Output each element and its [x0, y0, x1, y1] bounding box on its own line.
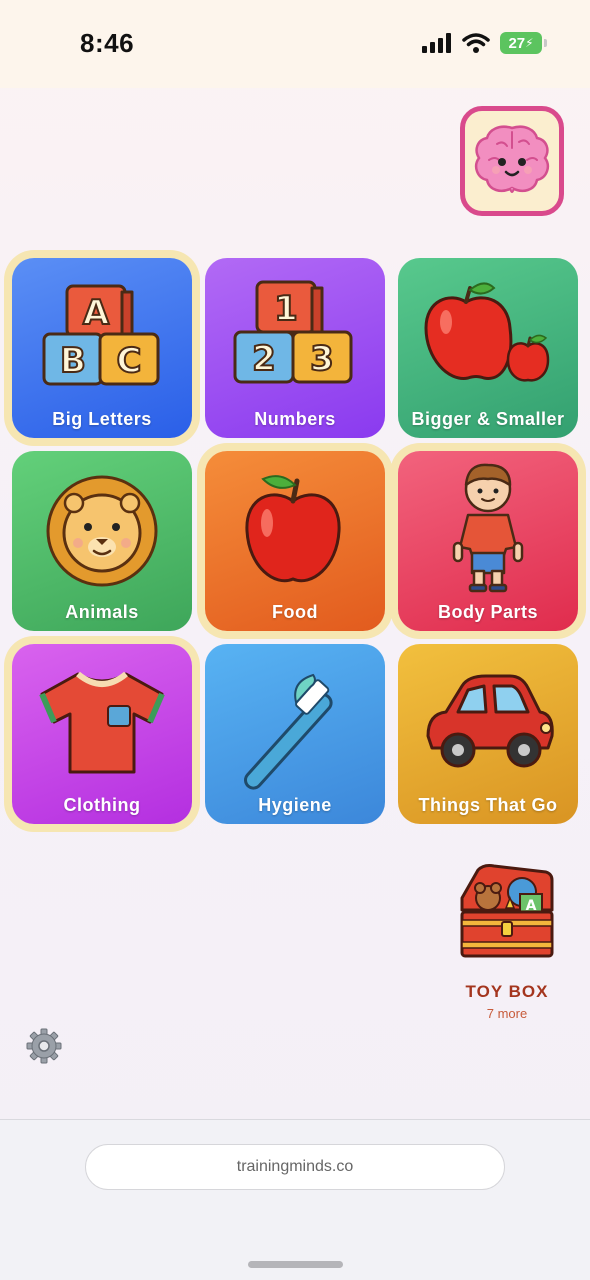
tile-animals[interactable]: Animals: [12, 451, 192, 631]
svg-text:2: 2: [252, 339, 276, 379]
address-bar-url: trainingminds.co: [236, 1158, 354, 1175]
toy-box-button[interactable]: A TOY BOX 7 more: [448, 858, 566, 1038]
svg-text:C: C: [117, 341, 142, 381]
brain-mascot-icon: [475, 125, 549, 193]
svg-text:B: B: [60, 341, 86, 381]
wifi-icon: [462, 33, 490, 53]
tile-bigger-smaller[interactable]: Bigger & Smaller: [398, 258, 578, 438]
toy-box-count: 7 more: [486, 1006, 528, 1021]
tile-hygiene[interactable]: Hygiene: [205, 644, 385, 824]
tile-label: Bigger & Smaller: [411, 409, 565, 429]
tile-label: Clothing: [63, 795, 141, 815]
tile-label: Body Parts: [437, 602, 539, 622]
brain-mascot-button[interactable]: [460, 106, 564, 216]
tile-label: Numbers: [254, 409, 336, 429]
battery-icon: 27 ⚡: [500, 32, 547, 54]
tile-big-letters[interactable]: A B C Big Letters: [12, 258, 192, 438]
toy-box-title: TOY BOX: [465, 982, 549, 1001]
svg-text:1: 1: [274, 289, 298, 329]
gear-icon[interactable]: [26, 1028, 62, 1064]
address-bar[interactable]: trainingminds.co: [85, 1144, 505, 1190]
status-icons: 27 ⚡: [422, 32, 547, 54]
toy-chest-icon: A: [460, 864, 554, 958]
tile-label: Food: [272, 602, 318, 622]
status-time: 8:46: [80, 28, 135, 58]
tile-label: Things That Go: [418, 795, 558, 815]
svg-text:A: A: [83, 293, 110, 333]
cellular-signal-icon: [422, 33, 451, 53]
tile-label: Animals: [65, 602, 139, 622]
battery-level: 27: [508, 34, 526, 52]
tile-label: Big Letters: [52, 409, 152, 429]
tile-numbers[interactable]: 1 2 3 Numbers: [205, 258, 385, 438]
tile-food[interactable]: Food: [205, 451, 385, 631]
status-bar: 8:46 27 ⚡: [0, 0, 590, 88]
svg-text:3: 3: [310, 339, 334, 379]
tile-things-that-go[interactable]: Things That Go: [398, 644, 578, 824]
tile-label: Hygiene: [258, 795, 332, 815]
tile-body-parts[interactable]: Body Parts: [398, 451, 578, 631]
tile-clothing[interactable]: Clothing: [12, 644, 192, 824]
home-indicator[interactable]: [248, 1261, 343, 1268]
browser-bottom-bar: trainingminds.co: [0, 1119, 590, 1280]
